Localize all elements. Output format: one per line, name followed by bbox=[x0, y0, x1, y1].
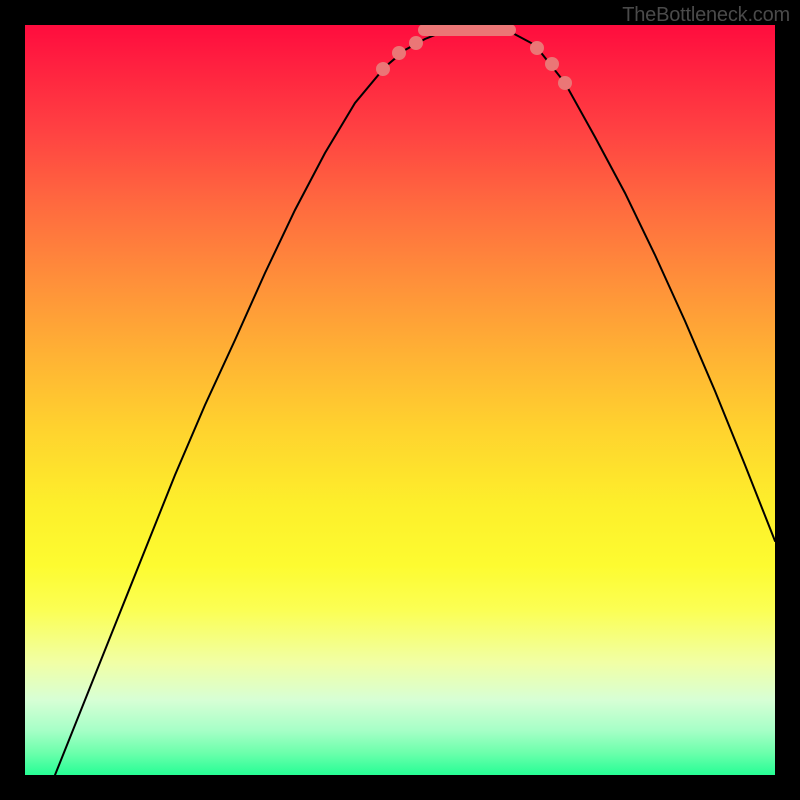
markers-group bbox=[376, 36, 572, 90]
chart-frame: TheBottleneck.com bbox=[0, 0, 800, 800]
plot-area bbox=[25, 25, 775, 775]
left-marker-1 bbox=[376, 62, 390, 76]
right-marker-2 bbox=[545, 57, 559, 71]
right-marker-3 bbox=[558, 76, 572, 90]
watermark-text: TheBottleneck.com bbox=[622, 4, 790, 27]
left-marker-2 bbox=[392, 46, 406, 60]
curve-svg bbox=[25, 25, 775, 775]
bottleneck-curve bbox=[55, 27, 775, 775]
left-marker-3 bbox=[409, 36, 423, 50]
right-marker-1 bbox=[530, 41, 544, 55]
